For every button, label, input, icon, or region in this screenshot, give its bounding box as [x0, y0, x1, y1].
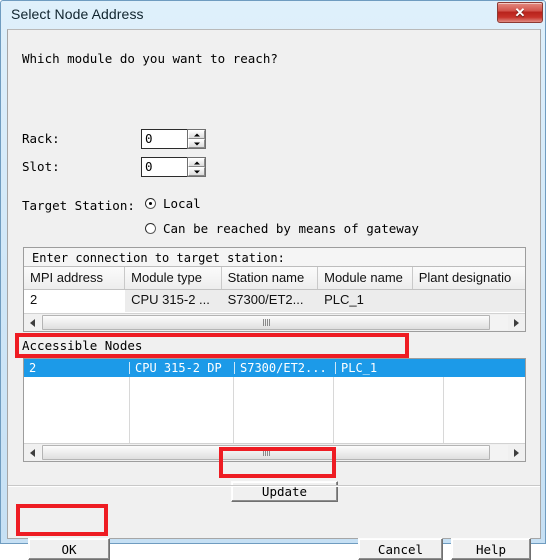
help-button[interactable]: Help — [451, 538, 531, 560]
grip-icon — [262, 449, 264, 456]
slot-stepper[interactable] — [187, 157, 206, 177]
arrow-up-icon — [193, 133, 200, 136]
scroll-left-button[interactable] — [24, 314, 41, 331]
radio-unselected-icon — [145, 223, 156, 234]
slot-label: Slot: — [22, 159, 60, 174]
connection-table-caption: Enter connection to target station: — [24, 248, 525, 267]
node-module-type: CPU 315-2 DP — [135, 361, 222, 375]
column-header-station-name[interactable]: Station name — [221, 267, 319, 289]
cell-mpi-address: 2 — [24, 290, 126, 312]
slot-input[interactable]: 0 — [141, 157, 187, 177]
table-row[interactable]: 2 CPU 315-2 ... S7300/ET2... PLC_1 — [24, 290, 525, 312]
radio-gateway-label: Can be reached by means of gateway — [163, 221, 419, 236]
radio-local-label: Local — [163, 196, 201, 211]
button-bar-separator — [8, 485, 540, 487]
scroll-left-icon — [30, 318, 35, 327]
rack-stepper-down[interactable] — [188, 139, 205, 148]
rack-stepper[interactable] — [187, 129, 206, 149]
arrow-down-icon — [193, 142, 200, 145]
dialog-client-area: Which module do you want to reach? Rack:… — [7, 29, 541, 560]
scroll-right-icon — [514, 318, 519, 327]
grip-icon — [264, 319, 266, 326]
cell-plant-designation — [412, 290, 525, 312]
dialog-window: Select Node Address ✕ Which module do yo… — [0, 0, 546, 560]
scroll-left-button[interactable] — [24, 444, 41, 461]
rack-stepper-up[interactable] — [188, 130, 205, 139]
scroll-track[interactable] — [41, 315, 508, 330]
window-title: Select Node Address — [11, 6, 144, 22]
cancel-button[interactable]: Cancel — [358, 538, 443, 560]
accessible-nodes-scrollbar[interactable] — [24, 443, 525, 461]
cell-module-name: PLC_1 — [318, 290, 413, 312]
scroll-thumb[interactable] — [42, 445, 491, 460]
dialog-content-panel: Which module do you want to reach? Rack:… — [8, 30, 540, 502]
scroll-right-icon — [514, 448, 519, 457]
accessible-node-row[interactable]: 2 CPU 315-2 DP S7300/ET2... PLC_1 — [24, 359, 525, 377]
radio-selected-icon — [145, 198, 156, 209]
radio-gateway[interactable]: Can be reached by means of gateway — [145, 221, 419, 236]
slot-stepper-down[interactable] — [188, 167, 205, 176]
grip-icon — [264, 449, 266, 456]
grip-icon — [268, 449, 270, 456]
scroll-left-icon — [30, 448, 35, 457]
close-button[interactable]: ✕ — [497, 2, 543, 23]
rack-input[interactable]: 0 — [141, 129, 187, 149]
column-header-module-name[interactable]: Module name — [318, 267, 413, 289]
target-station-label: Target Station: — [22, 198, 135, 213]
accessible-nodes-label: Accessible Nodes — [22, 338, 143, 353]
grip-icon — [262, 319, 264, 326]
node-mpi-address: 2 — [29, 361, 37, 375]
cell-station-name: S7300/ET2... — [221, 290, 319, 312]
arrow-down-icon — [193, 170, 200, 173]
ok-button[interactable]: OK — [28, 538, 110, 560]
scroll-track[interactable] — [41, 445, 508, 460]
radio-local[interactable]: Local — [145, 196, 201, 211]
arrow-up-icon — [193, 161, 200, 164]
column-header-module-type[interactable]: Module type — [125, 267, 222, 289]
grip-icon — [266, 319, 268, 326]
close-x-icon: ✕ — [514, 5, 526, 20]
grip-icon — [266, 449, 268, 456]
prompt-text: Which module do you want to reach? — [22, 51, 278, 66]
grip-icon — [268, 319, 270, 326]
connection-table-header: MPI address Module type Station name Mod… — [24, 267, 525, 290]
connection-table[interactable]: Enter connection to target station: MPI … — [23, 247, 526, 332]
rack-label: Rack: — [22, 131, 60, 146]
cell-module-type: CPU 315-2 ... — [125, 290, 222, 312]
scroll-thumb[interactable] — [42, 315, 491, 330]
slot-value: 0 — [145, 158, 153, 174]
scroll-right-button[interactable] — [508, 444, 525, 461]
rack-value: 0 — [145, 130, 153, 146]
accessible-nodes-list[interactable]: 2 CPU 315-2 DP S7300/ET2... PLC_1 — [23, 358, 526, 462]
column-header-plant-designation[interactable]: Plant designatio — [412, 267, 525, 289]
column-header-mpi-address[interactable]: MPI address — [24, 267, 126, 289]
scroll-right-button[interactable] — [508, 314, 525, 331]
node-module-name: PLC_1 — [341, 361, 378, 375]
title-bar: Select Node Address ✕ — [1, 1, 546, 29]
slot-stepper-up[interactable] — [188, 158, 205, 167]
node-station-name: S7300/ET2... — [240, 361, 327, 375]
connection-table-scrollbar[interactable] — [24, 313, 525, 331]
